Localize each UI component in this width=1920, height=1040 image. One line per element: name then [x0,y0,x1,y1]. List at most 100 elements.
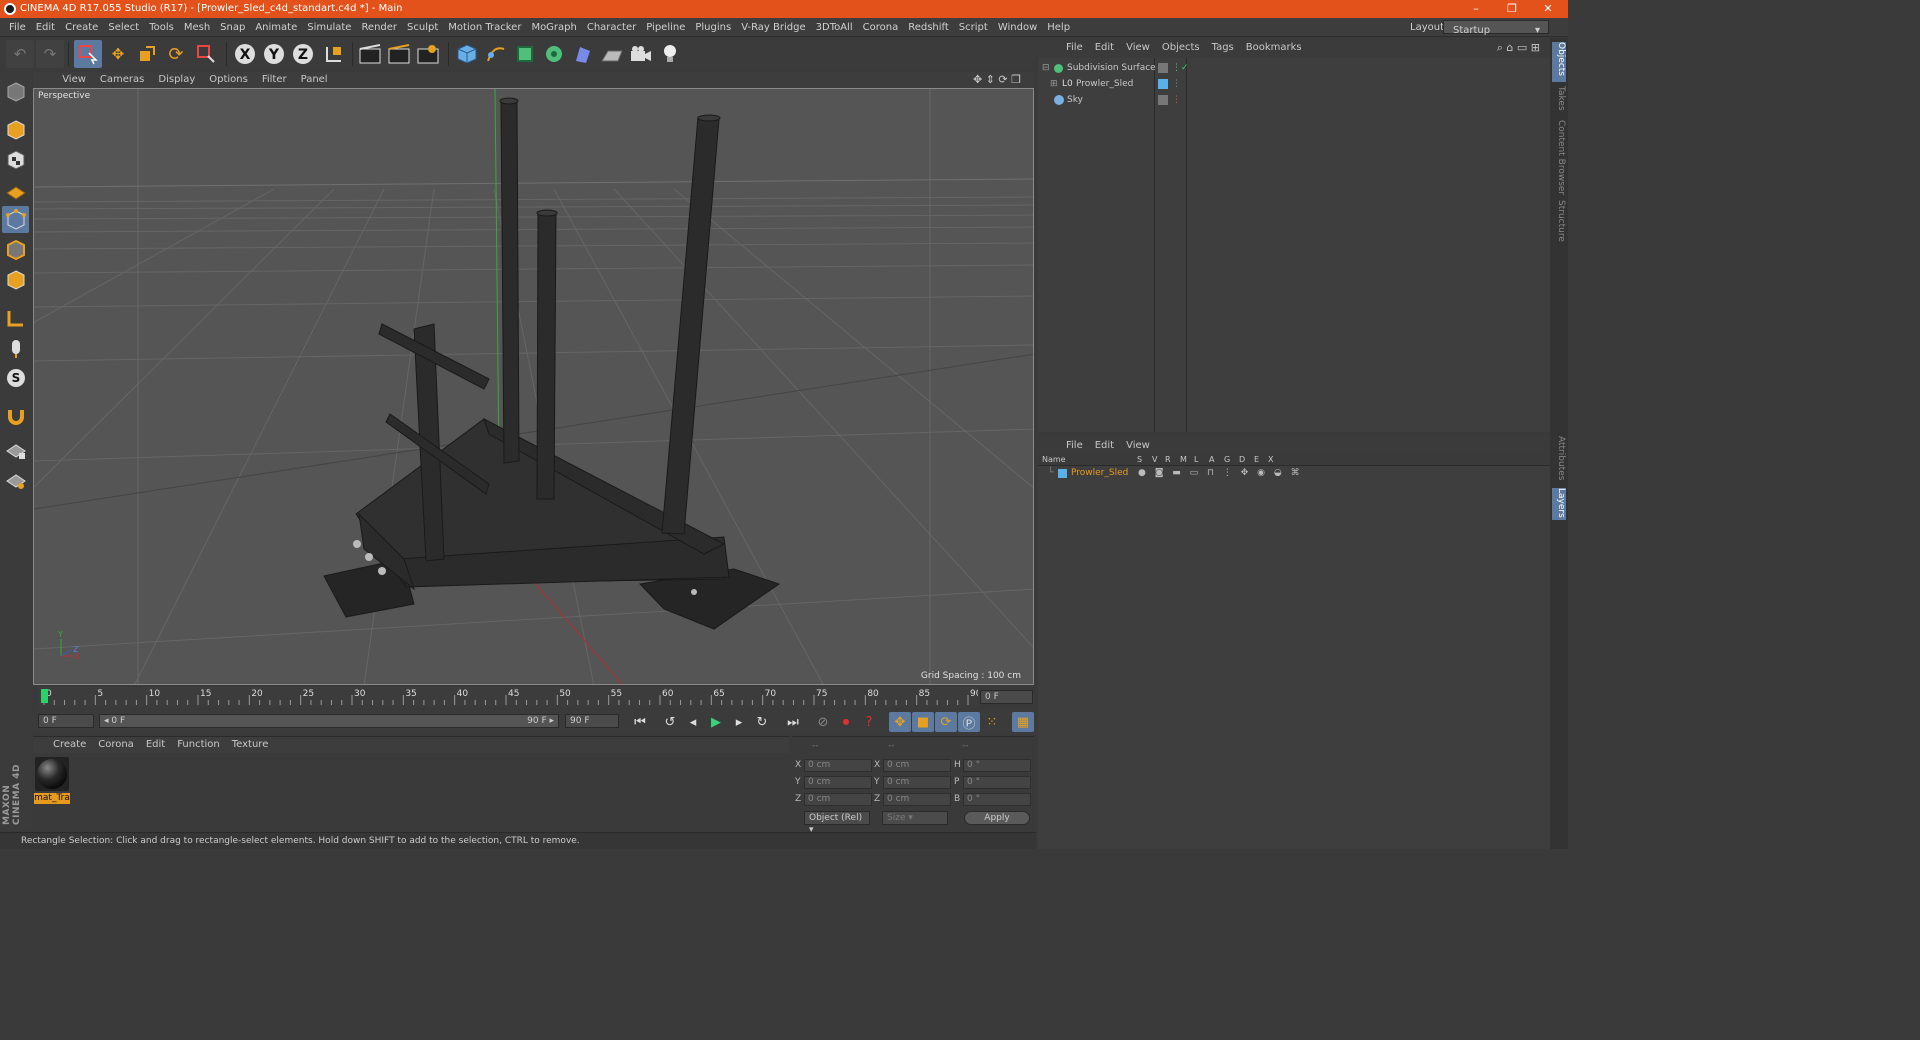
keyframe-parameter-icon[interactable]: Ⓟ [958,712,980,732]
tab-objects[interactable]: Objects [1552,42,1566,82]
menu-item-sculpt[interactable]: Sculpt [402,18,443,37]
menu-item-help[interactable]: Help [1042,18,1075,37]
layer-column-a[interactable]: A [1209,454,1214,466]
coordinate-field-v2-row0[interactable]: 0 cm [883,759,951,772]
menu-item-v-ray-bridge[interactable]: V-Ray Bridge [736,18,810,37]
coordinate-field-v3-row2[interactable]: 0 ° [963,793,1031,806]
maximize-button[interactable]: ❐ [1494,0,1530,18]
material-menu-edit[interactable]: Edit [140,737,171,753]
layer-menu-view[interactable]: View [1120,436,1156,456]
material-menu-corona[interactable]: Corona [92,737,140,753]
layer-tag-icon[interactable] [1158,95,1168,105]
object-menu-tags[interactable]: Tags [1206,38,1240,58]
menu-item-render[interactable]: Render [356,18,402,37]
layer-column-r[interactable]: R [1165,454,1171,466]
coordinate-field-v2-row1[interactable]: 0 cm [883,776,951,789]
material-menu-function[interactable]: Function [171,737,226,753]
tweak-mode-icon[interactable] [2,334,29,361]
redo-icon[interactable]: ↷ [36,40,64,68]
layer-menu-edit[interactable]: Edit [1089,436,1120,456]
menu-item-mograph[interactable]: MoGraph [526,18,581,37]
material-menu-texture[interactable]: Texture [226,737,275,753]
texture-mode-icon[interactable] [2,146,29,173]
cloner-icon[interactable] [540,40,568,68]
menu-item-motion-tracker[interactable]: Motion Tracker [443,18,526,37]
polygons-mode-icon[interactable] [2,266,29,293]
coordinate-field-v1-row2[interactable]: 0 cm [804,793,872,806]
next-key-icon[interactable]: ↻ [751,712,773,732]
model-mode-icon[interactable] [2,116,29,143]
axis-mode-icon[interactable] [2,304,29,331]
coordinate-field-v3-row0[interactable]: 0 ° [963,759,1031,772]
undo-icon[interactable]: ↶ [6,40,34,68]
camera-icon[interactable] [627,40,655,68]
minimize-button[interactable]: – [1458,0,1494,18]
start-frame-field[interactable]: 0 F [38,714,94,728]
move-icon[interactable]: ✥ [104,40,132,68]
layout-dropdown[interactable]: Startup ▾ [1443,20,1549,36]
play-icon[interactable]: ▶ [705,712,727,732]
coordinate-field-v1-row1[interactable]: 0 cm [804,776,872,789]
layer-color-icon[interactable] [1158,79,1168,89]
material-menu-create[interactable]: Create [47,737,92,753]
object-menu-bookmarks[interactable]: Bookmarks [1240,38,1308,58]
tab-takes[interactable]: Takes [1552,86,1566,116]
coordinate-field-v1-row0[interactable]: 0 cm [804,759,872,772]
collapse-icon[interactable]: ⊟ [1042,60,1050,76]
timeline-window-icon[interactable]: ▦ [1012,712,1034,732]
object-menu-view[interactable]: View [1120,38,1156,58]
viewport-menu-filter[interactable]: Filter [255,72,294,88]
previous-frame-icon[interactable]: ◂ [682,712,704,732]
live-selection-icon[interactable] [74,40,102,68]
menu-item-pipeline[interactable]: Pipeline [641,18,690,37]
object-row-sky[interactable]: Sky ⋮ [1038,92,1550,108]
subdivision-surface-icon[interactable] [511,40,539,68]
render-to-picture-viewer-icon[interactable] [385,40,413,68]
search-home-icons[interactable]: ⌕ ⌂ ▭ ⊞ [1491,38,1546,58]
coordinate-mode-dropdown[interactable]: Object (Rel) ▾ [804,811,870,835]
object-menu-objects[interactable]: Objects [1156,38,1206,58]
range-slider[interactable]: ◂ 0 F 90 F ▸ [99,714,559,728]
layer-column-e[interactable]: E [1254,454,1259,466]
enabled-check-icon[interactable]: ⋮✓ [1172,60,1189,76]
current-frame-field[interactable]: 0 F [980,690,1033,704]
spline-pen-icon[interactable] [482,40,510,68]
viewport-menu-cameras[interactable]: Cameras [93,72,151,88]
visibility-dots-icon[interactable]: ⋮ [1172,92,1181,108]
viewport-menu-options[interactable]: Options [202,72,255,88]
menu-item-snap[interactable]: Snap [215,18,250,37]
go-to-end-icon[interactable]: ⏭ [782,712,804,732]
snap-icon[interactable]: S [2,364,29,391]
scale-icon[interactable] [133,40,161,68]
menu-item-create[interactable]: Create [60,18,103,37]
viewport-navigation-icons[interactable]: ✥ ⇕ ⟳ ❐ [966,72,1028,88]
menu-item-3dtoall[interactable]: 3DToAll [811,18,858,37]
layer-column-v[interactable]: V [1152,454,1157,466]
viewport-menu-view[interactable]: View [55,72,93,88]
timeline-ruler[interactable]: 051015202530354045505560657075808590 [38,687,978,707]
object-row-subdivision-surface[interactable]: ⊟ Subdivision Surface ⋮✓ [1038,60,1550,76]
end-frame-field[interactable]: 90 F [565,714,619,728]
coordinate-field-v3-row1[interactable]: 0 ° [963,776,1031,789]
light-icon[interactable] [656,40,684,68]
keyframe-rotation-icon[interactable]: ⟳ [935,712,957,732]
object-row-prowler-sled[interactable]: ⊞ L0 Prowler_Sled ⋮ [1038,76,1550,92]
menu-item-corona[interactable]: Corona [858,18,904,37]
menu-item-script[interactable]: Script [954,18,993,37]
next-frame-icon[interactable]: ▸ [728,712,750,732]
layer-column-l[interactable]: L [1194,454,1198,466]
menu-item-edit[interactable]: Edit [31,18,60,37]
keyframe-position-icon[interactable]: ✥ [889,712,911,732]
menu-item-character[interactable]: Character [582,18,641,37]
visibility-dots-icon[interactable]: ⋮ [1172,76,1181,92]
menu-item-redshift[interactable]: Redshift [903,18,954,37]
expand-icon[interactable]: ⊞ [1050,76,1058,92]
layer-column-name[interactable]: Name [1042,454,1066,466]
menu-item-file[interactable]: File [4,18,31,37]
menu-item-window[interactable]: Window [993,18,1042,37]
previous-key-icon[interactable]: ↺ [659,712,681,732]
go-to-start-icon[interactable]: ⏮ [629,712,651,732]
floor-icon[interactable] [598,40,626,68]
magnet-icon[interactable] [2,402,29,429]
keyframe-pla-icon[interactable]: ⁙ [981,712,1003,732]
